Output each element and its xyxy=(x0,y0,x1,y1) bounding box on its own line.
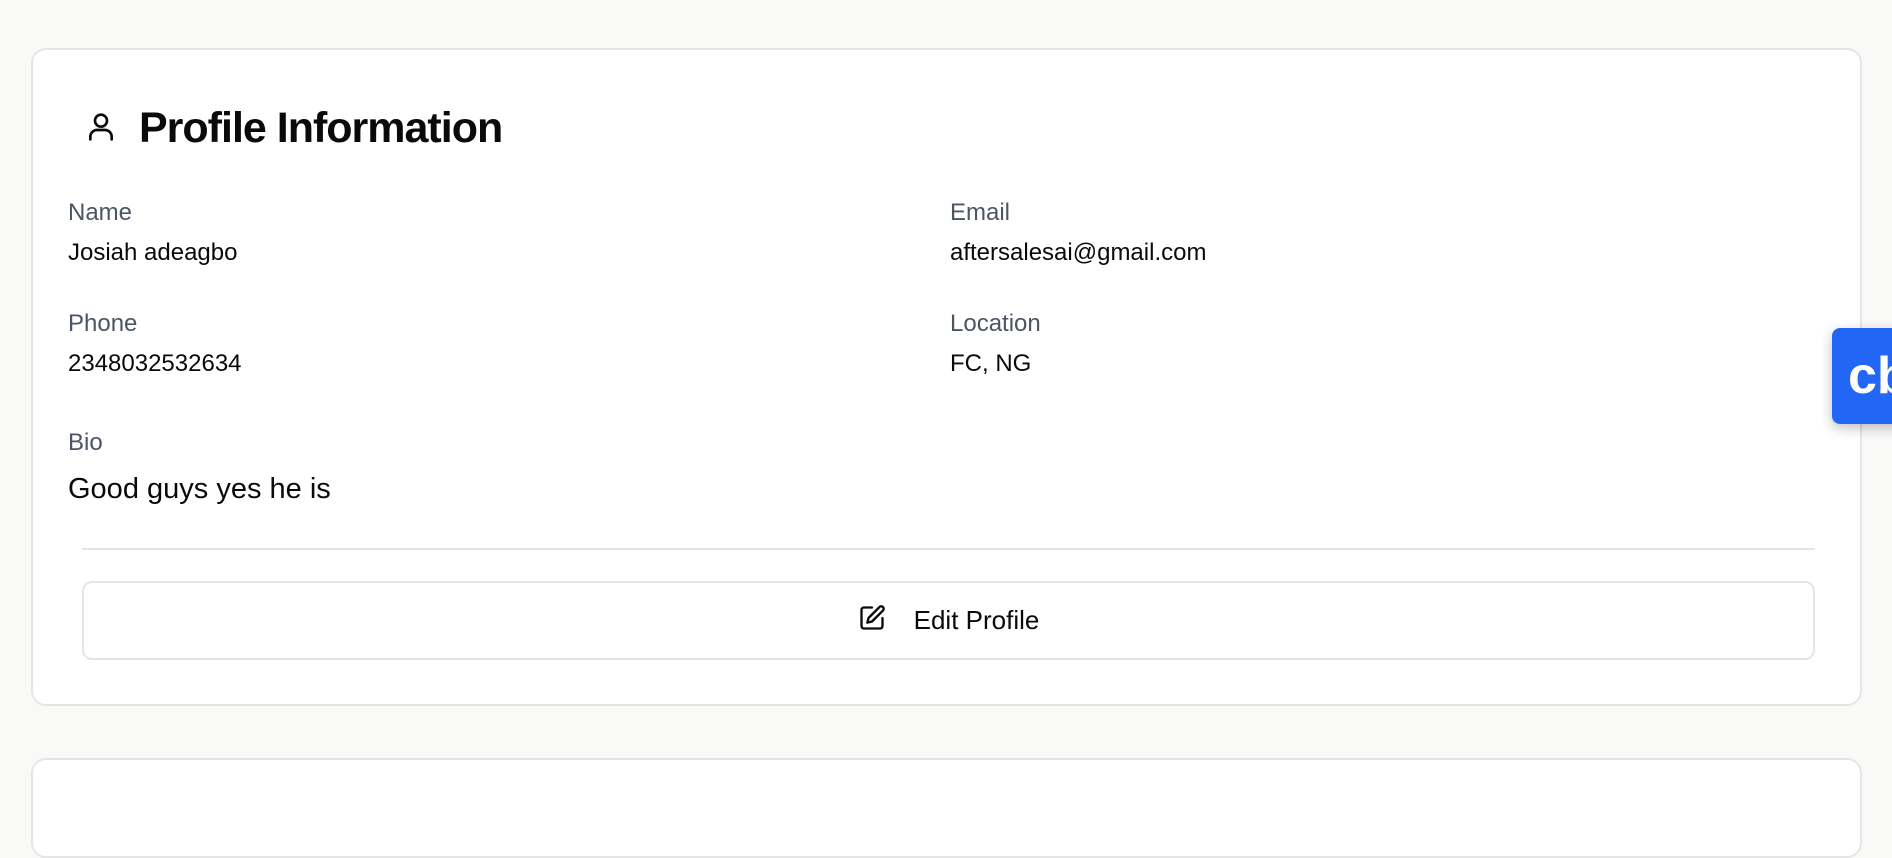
email-value: aftersalesai@gmail.com xyxy=(950,239,1207,266)
bio-label: Bio xyxy=(68,429,103,456)
name-label: Name xyxy=(68,199,133,226)
page-title: Profile Information xyxy=(139,104,503,152)
edit-profile-label: Edit Profile xyxy=(913,605,1040,635)
bio-field: Bio Good guys yes he is xyxy=(68,428,331,504)
card-header: Profile Information xyxy=(85,104,503,153)
edit-icon xyxy=(858,604,886,637)
email-label: Email xyxy=(950,199,1011,226)
name-field: Name Josiah adeagbo xyxy=(68,198,237,268)
chat-widget-button[interactable]: cb xyxy=(1832,328,1892,424)
edit-profile-button[interactable]: Edit Profile xyxy=(82,581,1815,660)
profile-card: Profile Information Name Josiah adeagbo … xyxy=(31,48,1862,706)
phone-field: Phone 2348032532634 xyxy=(68,309,242,379)
phone-label: Phone xyxy=(68,310,138,337)
user-icon xyxy=(85,109,117,148)
phone-value: 2348032532634 xyxy=(68,350,242,377)
location-label: Location xyxy=(950,310,1041,337)
location-value: FC, NG xyxy=(950,350,1032,377)
divider xyxy=(82,548,1815,550)
email-field: Email aftersalesai@gmail.com xyxy=(950,198,1206,268)
name-value: Josiah adeagbo xyxy=(68,239,238,266)
bio-value: Good guys yes he is xyxy=(68,473,331,505)
next-card xyxy=(31,758,1862,858)
location-field: Location FC, NG xyxy=(950,309,1041,379)
